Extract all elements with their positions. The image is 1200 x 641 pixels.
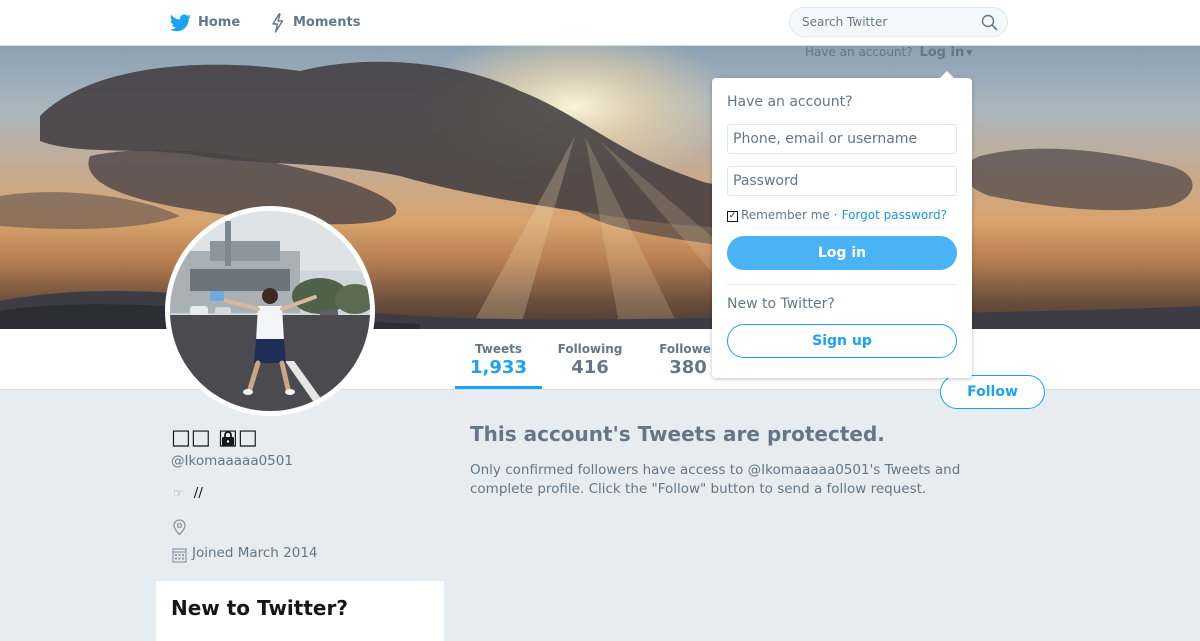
username-field[interactable]: [727, 124, 957, 154]
protected-title: This account's Tweets are protected.: [470, 422, 885, 446]
nav-moments-label: Moments: [293, 15, 361, 30]
calendar-icon: [172, 548, 187, 563]
lock-icon: [222, 431, 234, 446]
protected-description: Only confirmed followers have access to …: [470, 462, 961, 497]
stat-following[interactable]: Following 416: [550, 329, 630, 389]
stat-label: Following: [557, 342, 623, 356]
follow-button[interactable]: Follow: [940, 375, 1045, 409]
stat-value: 1,933: [470, 357, 527, 378]
password-field[interactable]: [727, 166, 957, 196]
remember-me-label[interactable]: Remember me: [741, 208, 830, 222]
avatar[interactable]: [165, 206, 375, 416]
stat-value: 416: [571, 357, 609, 378]
stat-label: Tweets: [474, 342, 523, 356]
profile-name: □□ □□: [171, 425, 258, 449]
search-box: [789, 7, 1008, 37]
profile-handle[interactable]: @Ikomaaaaa0501: [171, 453, 293, 469]
bio-text: //: [193, 485, 203, 501]
forgot-password-link[interactable]: Forgot password?: [842, 208, 947, 222]
lightning-bolt-icon: [272, 12, 284, 33]
signup-button[interactable]: Sign up: [727, 324, 957, 358]
joined-date: Joined March 2014: [192, 545, 318, 561]
separator: ·: [833, 208, 838, 222]
new-to-twitter-heading: New to Twitter?: [727, 296, 835, 312]
nav-home[interactable]: Home: [170, 0, 240, 45]
signup-card: New to Twitter?: [156, 581, 444, 641]
search-icon[interactable]: [981, 14, 998, 31]
login-dropdown-toggle[interactable]: Log in: [919, 45, 964, 60]
login-button[interactable]: Log in: [727, 236, 957, 270]
pointing-hand-icon: ☞: [173, 486, 184, 500]
nav-moments[interactable]: Moments: [270, 0, 360, 45]
search-input[interactable]: [802, 8, 972, 36]
profile-bio: ☞ //: [173, 485, 203, 501]
login-dropdown: Have an account? ✓ Remember me · Forgot …: [712, 71, 972, 378]
remember-row: ✓ Remember me · Forgot password?: [727, 208, 947, 222]
divider: [727, 284, 957, 285]
signup-card-title: New to Twitter?: [171, 596, 348, 620]
have-account-prompt: Have an account? Log in ▼: [805, 45, 972, 60]
remember-me-checkbox[interactable]: ✓: [727, 211, 738, 222]
avatar-photo: [170, 211, 370, 411]
stat-tweets[interactable]: Tweets 1,933: [455, 329, 542, 389]
dropdown-arrow: [940, 71, 954, 78]
nav-home-label: Home: [198, 15, 241, 30]
twitter-bird-icon: [170, 13, 191, 31]
top-navigation-bar: Home Moments: [0, 0, 1200, 46]
caret-down-icon[interactable]: ▼: [966, 48, 972, 57]
have-account-text: Have an account?: [805, 45, 913, 59]
location-pin-icon: [173, 519, 186, 536]
login-heading: Have an account?: [727, 94, 853, 110]
